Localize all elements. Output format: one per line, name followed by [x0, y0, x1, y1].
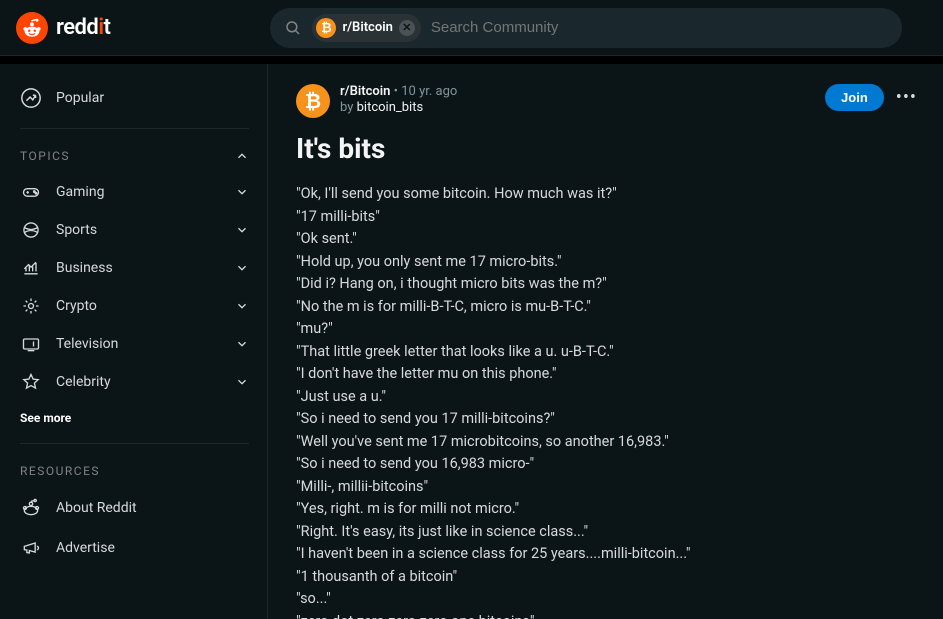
post-content: ₿ r/Bitcoin • 10 yr. ago by bitcoin_bits… — [268, 64, 943, 619]
post-body-line: "zero dot zero zero zero one bitcoins" — [296, 611, 917, 619]
chevron-down-icon — [235, 375, 249, 389]
star-icon — [20, 372, 42, 392]
topic-label: Sports — [56, 222, 97, 238]
post-body-line: "No the m is for milli-B-T-C, micro is m… — [296, 296, 917, 319]
topics-header[interactable]: TOPICS — [20, 143, 249, 173]
post-meta-top: r/Bitcoin • 10 yr. ago — [340, 84, 825, 99]
resource-label: Advertise — [56, 540, 115, 556]
topic-label: Gaming — [56, 184, 104, 200]
search-icon — [284, 19, 302, 37]
divider — [20, 443, 249, 444]
nav-popular[interactable]: Popular — [20, 78, 249, 118]
topic-celebrity[interactable]: Celebrity — [20, 363, 249, 401]
nav-label: Popular — [56, 90, 104, 106]
post-byline: by bitcoin_bits — [340, 100, 825, 115]
post-body-line: "I don't have the letter mu on this phon… — [296, 363, 917, 386]
gamepad-icon — [20, 182, 42, 202]
author-link[interactable]: bitcoin_bits — [357, 100, 424, 115]
sports-icon — [20, 220, 42, 240]
resource-label: About Reddit — [56, 500, 137, 516]
snoo-icon — [16, 12, 48, 44]
search-input[interactable] — [431, 19, 889, 36]
post-body-line: "Well you've sent me 17 microbitcoins, s… — [296, 431, 917, 454]
divider — [20, 128, 249, 129]
topic-label: Business — [56, 260, 113, 276]
chevron-down-icon — [235, 261, 249, 275]
topic-gaming[interactable]: Gaming — [20, 173, 249, 211]
chevron-down-icon — [235, 337, 249, 351]
chevron-down-icon — [235, 223, 249, 237]
search-scope-chip[interactable]: ₿ r/Bitcoin ✕ — [312, 14, 420, 42]
topic-business[interactable]: Business — [20, 249, 249, 287]
crypto-icon — [20, 296, 42, 316]
tv-icon — [20, 334, 42, 354]
chevron-down-icon — [235, 299, 249, 313]
post-body-line: "Hold up, you only sent me 17 micro-bits… — [296, 251, 917, 274]
post-body-line: "1 thousanth of a bitcoin" — [296, 566, 917, 589]
post-body-line: "Yes, right. m is for milli not micro." — [296, 498, 917, 521]
post-body-line: "so..." — [296, 588, 917, 611]
chevron-down-icon — [235, 185, 249, 199]
post-title: It's bits — [296, 132, 917, 165]
post-body-line: "Did i? Hang on, i thought micro bits wa… — [296, 273, 917, 296]
resources-header[interactable]: RESOURCES — [20, 458, 249, 488]
subreddit-icon[interactable]: ₿ — [296, 84, 330, 118]
left-sidebar: Popular TOPICS Gaming — [0, 64, 268, 619]
popular-icon — [20, 87, 42, 109]
topic-label: Celebrity — [56, 374, 111, 390]
top-black-strip — [0, 56, 943, 64]
topic-label: Television — [56, 336, 118, 352]
bitcoin-icon: ₿ — [316, 18, 336, 38]
topic-crypto[interactable]: Crypto — [20, 287, 249, 325]
topic-label: Crypto — [56, 298, 97, 314]
chip-close-icon[interactable]: ✕ — [399, 20, 415, 36]
topic-sports[interactable]: Sports — [20, 211, 249, 249]
snoo-outline-icon — [20, 498, 42, 518]
header-bar: reddit ₿ r/Bitcoin ✕ — [0, 0, 943, 56]
topic-television[interactable]: Television — [20, 325, 249, 363]
search-bar[interactable]: ₿ r/Bitcoin ✕ — [270, 8, 902, 48]
post-body-line: "I haven't been in a science class for 2… — [296, 543, 917, 566]
resource-about[interactable]: About Reddit — [20, 488, 249, 528]
megaphone-icon — [20, 538, 42, 558]
post-body-line: "Milli-, millii-bitcoins" — [296, 476, 917, 499]
chart-icon — [20, 258, 42, 278]
post-body-line: "Just use a u." — [296, 386, 917, 409]
post-body-line: "mu?" — [296, 318, 917, 341]
join-button[interactable]: Join — [825, 84, 884, 111]
post-body-line: "Ok sent." — [296, 228, 917, 251]
see-more-link[interactable]: See more — [20, 401, 249, 425]
post-body-line: "So i need to send you 17 milli-bitcoins… — [296, 408, 917, 431]
reddit-logo[interactable]: reddit — [16, 12, 110, 44]
chip-label: r/Bitcoin — [342, 20, 392, 35]
chevron-up-icon — [235, 149, 249, 163]
resource-advertise[interactable]: Advertise — [20, 528, 249, 568]
wordmark: reddit — [56, 15, 110, 40]
post-body: "Ok, I'll send you some bitcoin. How muc… — [296, 183, 917, 619]
post-body-line: "17 milli-bits" — [296, 206, 917, 229]
post-body-line: "Ok, I'll send you some bitcoin. How muc… — [296, 183, 917, 206]
subreddit-link[interactable]: r/Bitcoin — [340, 84, 390, 99]
post-body-line: "Right. It's easy, its just like in scie… — [296, 521, 917, 544]
overflow-menu-icon[interactable]: ••• — [896, 87, 917, 108]
post-age: 10 yr. ago — [401, 84, 457, 99]
post-body-line: "So i need to send you 16,983 micro-" — [296, 453, 917, 476]
post-body-line: "That little greek letter that looks lik… — [296, 341, 917, 364]
